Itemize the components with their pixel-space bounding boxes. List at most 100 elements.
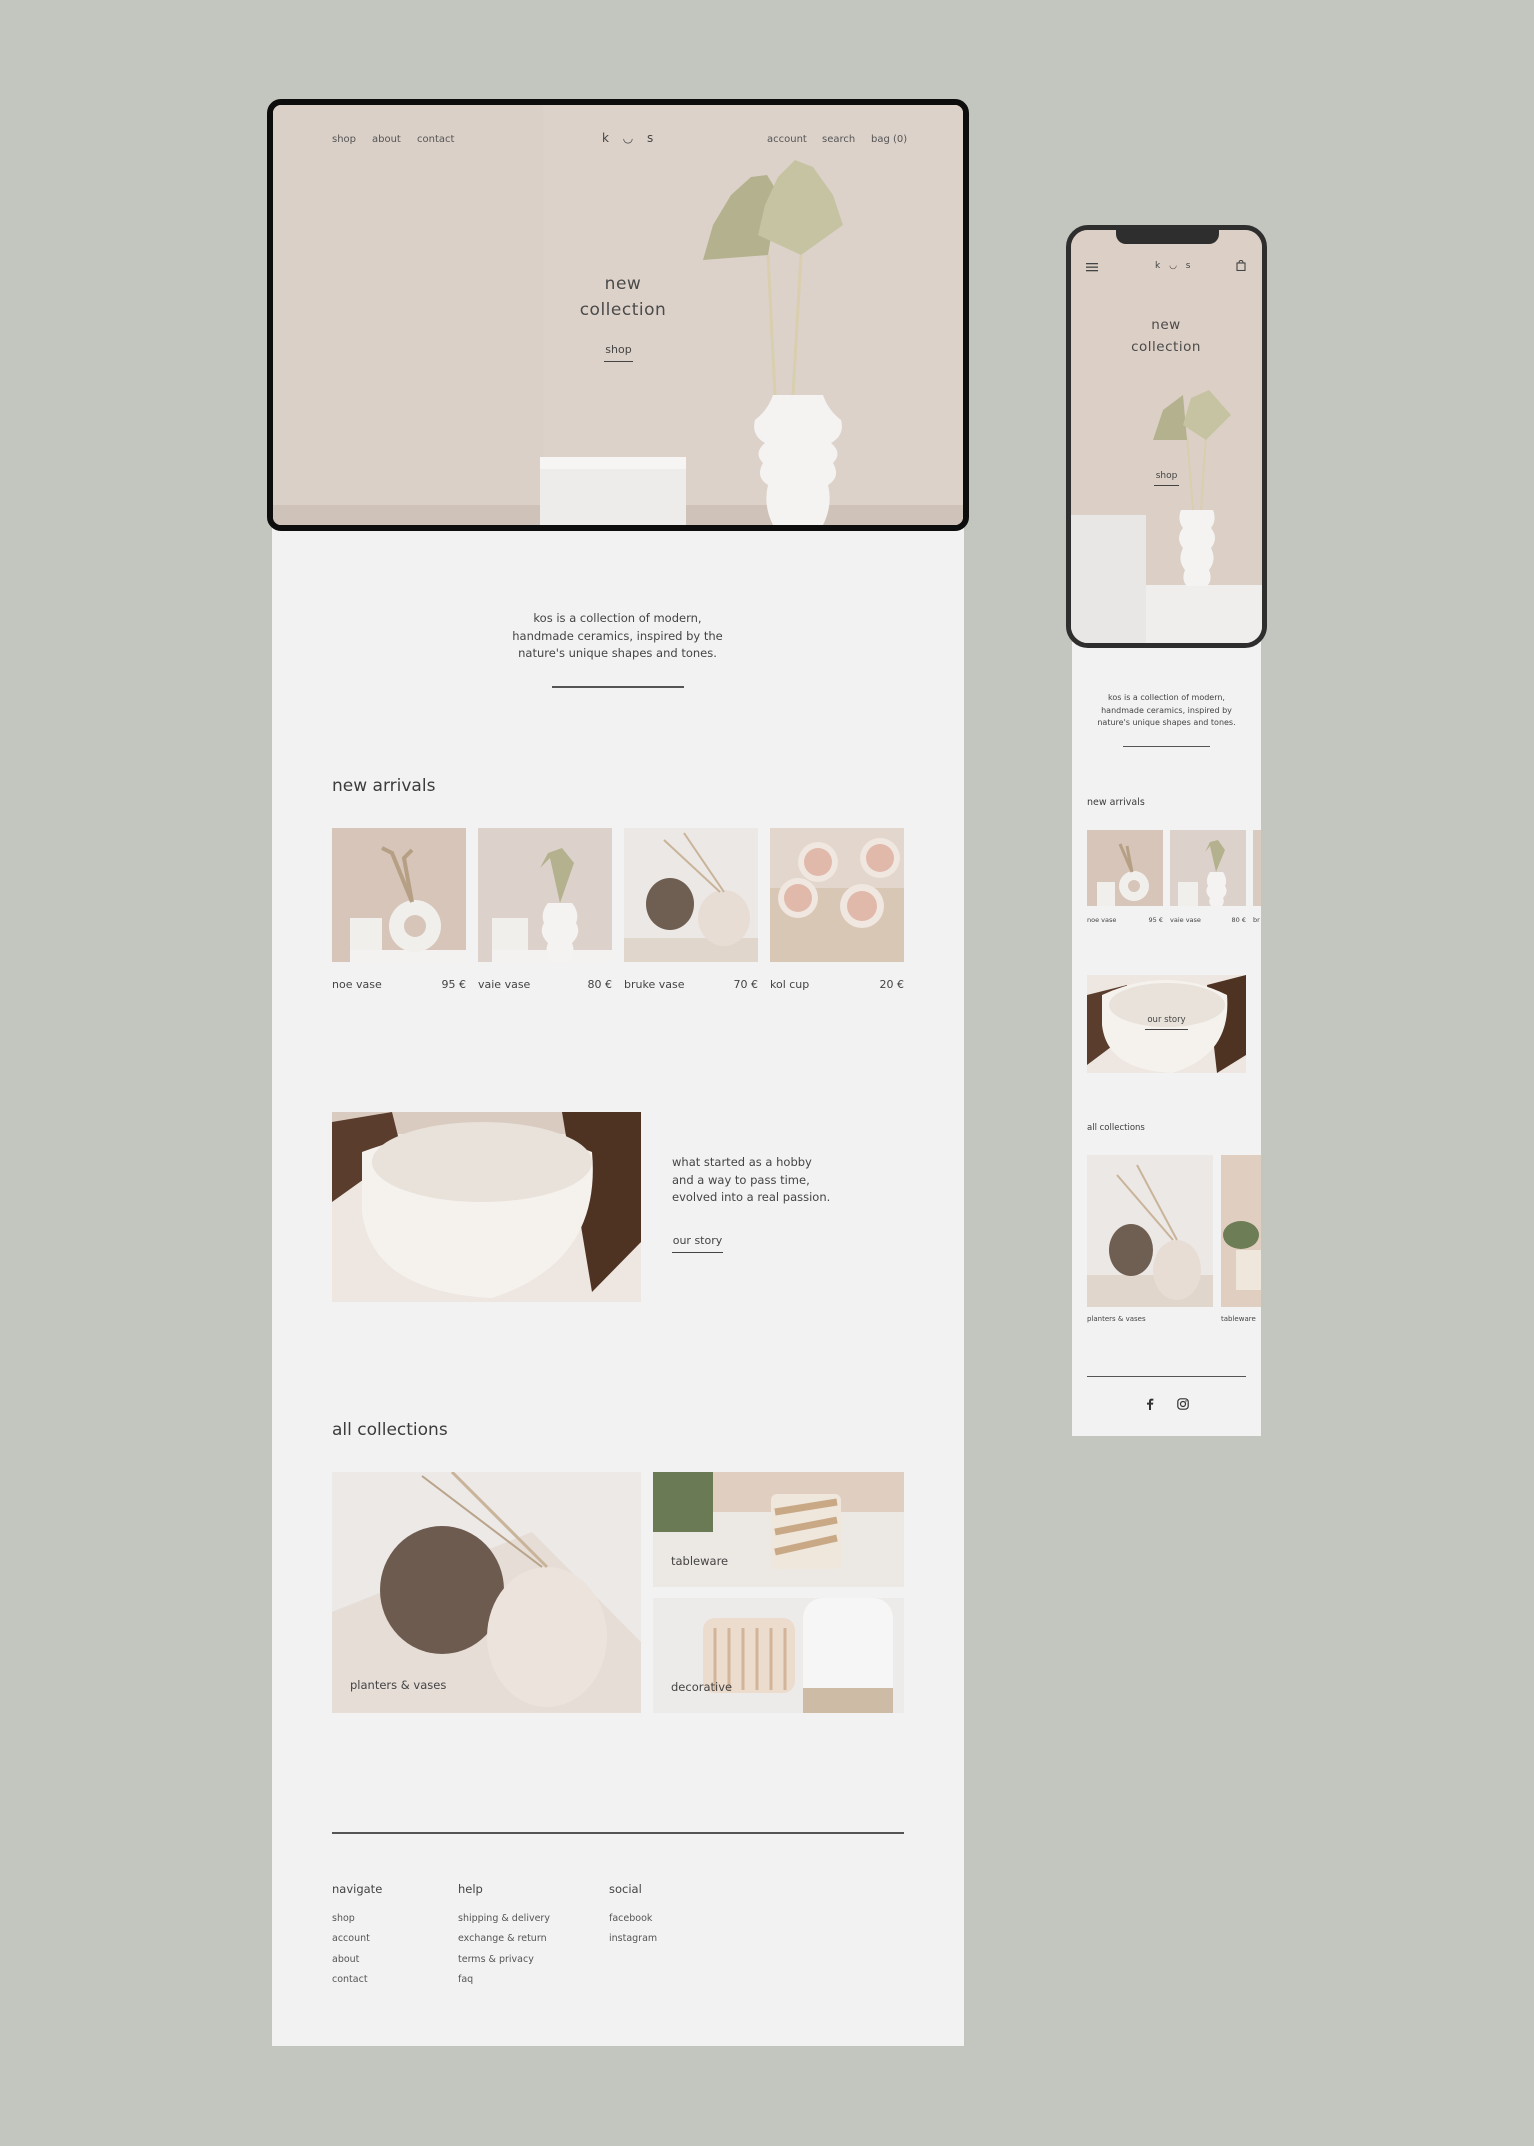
story-image	[332, 1112, 641, 1302]
vaie-vase-illustration	[478, 828, 612, 962]
site-logo[interactable]: k ◡ s	[602, 131, 658, 145]
mobile-intro-line1: kos is a collection of modern,	[1108, 693, 1225, 702]
nav-bag-link[interactable]: bag (0)	[871, 134, 907, 145]
mobile-collection-label-planters: planters & vases	[1087, 1315, 1146, 1323]
all-collections-heading: all collections	[332, 1420, 448, 1440]
collection-card-tableware[interactable]: tableware	[653, 1472, 904, 1587]
desktop-hero: shop about contact account search bag (0…	[267, 99, 969, 531]
mobile-product-name-bruke[interactable]: br	[1253, 916, 1260, 924]
product-image-vaie-vase[interactable]	[478, 828, 612, 962]
mobile-product-name-vaie[interactable]: vaie vase	[1170, 916, 1201, 924]
product-name-bruke-vase[interactable]: bruke vase	[624, 978, 684, 991]
product-image-bruke-vase[interactable]	[624, 828, 758, 962]
mobile-hero-illustration	[1071, 230, 1262, 643]
phone-notch	[1116, 230, 1219, 244]
footer-social-title: social	[609, 1882, 642, 1896]
nav-search-link[interactable]: search	[822, 134, 855, 145]
our-story-link[interactable]: our story	[672, 1234, 723, 1253]
footer-link-about[interactable]: about	[332, 1954, 359, 1965]
footer-help-title: help	[458, 1882, 483, 1896]
story-line2: and a way to pass time,	[672, 1172, 810, 1187]
footer-link-facebook[interactable]: facebook	[609, 1913, 652, 1924]
instagram-icon[interactable]	[1177, 1398, 1189, 1410]
mobile-hero-shop-button[interactable]: shop	[1154, 471, 1179, 486]
product-name-vaie-vase[interactable]: vaie vase	[478, 978, 530, 991]
mobile-intro-divider	[1123, 746, 1210, 747]
product-price-vaie-vase: 80 €	[587, 978, 613, 991]
mobile-all-collections-heading: all collections	[1087, 1123, 1145, 1133]
intro-line2: handmade ceramics, inspired by the	[512, 628, 723, 643]
hero-title: new collection	[553, 271, 693, 323]
mobile-our-story-link[interactable]: our story	[1145, 1015, 1188, 1030]
mobile-collection-label-tableware: tableware	[1221, 1315, 1256, 1323]
footer-link-terms[interactable]: terms & privacy	[458, 1954, 534, 1965]
collection-label-tableware: tableware	[671, 1554, 729, 1568]
collection-label-planters: planters & vases	[350, 1678, 447, 1692]
product-image-noe-vase[interactable]	[332, 828, 466, 962]
footer-link-faq[interactable]: faq	[458, 1974, 473, 1985]
mobile-hero-title: new collection	[1116, 314, 1216, 358]
facebook-icon[interactable]	[1146, 1398, 1154, 1410]
story-line3: evolved into a real passion.	[672, 1190, 831, 1204]
mobile-tableware-image-partial[interactable]	[1221, 1155, 1261, 1307]
intro-line3: nature's unique shapes and tones.	[518, 646, 717, 660]
bowl-hands-illustration	[332, 1112, 641, 1302]
mobile-vaie-vase-image[interactable]	[1170, 830, 1246, 906]
kol-cup-illustration	[770, 828, 904, 962]
mobile-site-logo[interactable]: k ◡ s	[1155, 261, 1193, 271]
footer-link-exchange[interactable]: exchange & return	[458, 1933, 547, 1944]
mobile-noe-vase-image[interactable]	[1087, 830, 1163, 906]
collection-card-planters[interactable]: planters & vases	[332, 1472, 641, 1713]
story-text: what started as a hobby and a way to pas…	[672, 1154, 842, 1207]
mobile-hero-title-line2: collection	[1131, 339, 1201, 355]
product-name-kol-cup[interactable]: kol cup	[770, 978, 809, 991]
new-arrivals-heading: new arrivals	[332, 776, 436, 796]
decorative-illustration	[653, 1598, 904, 1713]
product-price-noe-vase: 95 €	[441, 978, 467, 991]
product-price-kol-cup: 20 €	[879, 978, 905, 991]
tableware-illustration	[653, 1472, 904, 1587]
nav-shop-link[interactable]: shop	[332, 134, 356, 145]
mobile-product-price-vaie: 80 €	[1231, 916, 1246, 924]
intro-line1: kos is a collection of modern,	[533, 611, 702, 625]
nav-account-link[interactable]: account	[767, 134, 807, 145]
hero-title-line2: collection	[579, 300, 667, 320]
mobile-product-name-noe[interactable]: noe vase	[1087, 916, 1116, 924]
nav-contact-link[interactable]: contact	[417, 134, 454, 145]
mobile-bruke-vase-image-partial[interactable]	[1253, 830, 1261, 906]
mobile-intro-line2: handmade ceramics, inspired by	[1101, 705, 1232, 715]
mobile-intro-text: kos is a collection of modern, handmade …	[1088, 692, 1245, 730]
shopping-bag-icon[interactable]	[1236, 260, 1246, 271]
product-name-noe-vase[interactable]: noe vase	[332, 978, 382, 991]
mobile-new-arrivals-heading: new arrivals	[1087, 797, 1145, 808]
footer-link-instagram[interactable]: instagram	[609, 1933, 657, 1944]
footer-divider	[332, 1832, 904, 1834]
mobile-hero-title-line1: new	[1151, 317, 1181, 333]
noe-vase-illustration	[332, 828, 466, 962]
mobile-product-price-noe: 95 €	[1148, 916, 1163, 924]
collection-card-decorative[interactable]: decorative	[653, 1598, 904, 1713]
mobile-intro-line3: nature's unique shapes and tones.	[1097, 718, 1236, 727]
bruke-vase-illustration	[624, 828, 758, 962]
footer-link-contact[interactable]: contact	[332, 1974, 368, 1985]
story-line1: what started as a hobby	[672, 1155, 812, 1169]
nav-about-link[interactable]: about	[372, 134, 401, 145]
collection-label-decorative: decorative	[671, 1680, 733, 1694]
intro-divider	[552, 686, 684, 688]
product-price-bruke-vase: 70 €	[733, 978, 759, 991]
hamburger-menu-icon[interactable]	[1086, 262, 1098, 272]
footer-link-shipping[interactable]: shipping & delivery	[458, 1913, 550, 1924]
mobile-footer-divider	[1087, 1376, 1246, 1377]
mobile-product-carousel[interactable]: noe vase 95 € vaie vase 80 € br	[1087, 830, 1261, 930]
hero-shop-button[interactable]: shop	[604, 343, 633, 362]
mobile-hero: k ◡ s new collection shop	[1066, 225, 1267, 648]
footer-link-shop[interactable]: shop	[332, 1913, 355, 1924]
planters-illustration	[332, 1472, 641, 1713]
footer-navigate-title: navigate	[332, 1882, 383, 1896]
mobile-planters-image[interactable]	[1087, 1155, 1213, 1307]
product-image-kol-cup[interactable]	[770, 828, 904, 962]
mobile-story-card[interactable]: our story	[1087, 975, 1246, 1073]
footer-link-account[interactable]: account	[332, 1933, 370, 1944]
mobile-collections-carousel[interactable]: planters & vases tableware	[1087, 1155, 1261, 1330]
intro-text: kos is a collection of modern, handmade …	[470, 610, 765, 663]
